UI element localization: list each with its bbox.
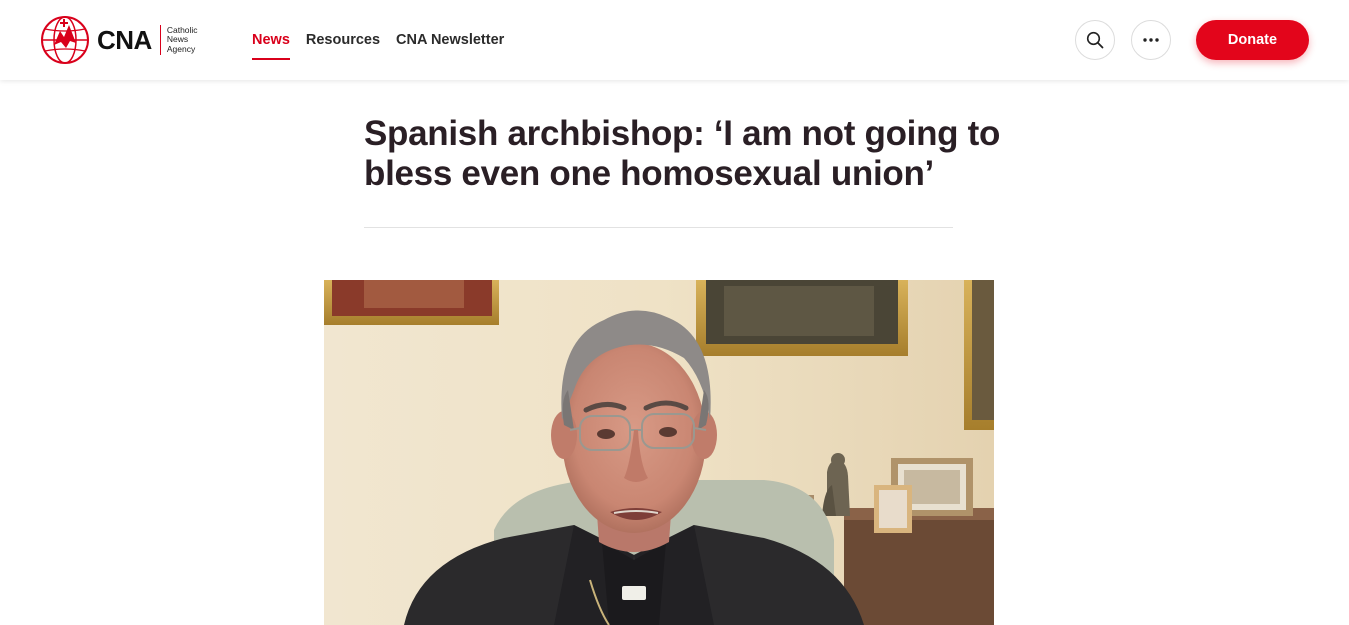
- site-header: CNA Catholic News Agency News Resources …: [0, 0, 1349, 80]
- article-hero-image: [324, 280, 994, 625]
- ellipsis-icon: [1143, 38, 1159, 42]
- article-headline: Spanish archbishop: ‘I am not going to b…: [364, 114, 1001, 193]
- globe-logo-icon: [41, 16, 89, 64]
- search-icon: [1086, 31, 1104, 49]
- cna-logo[interactable]: CNA Catholic News Agency: [40, 15, 198, 65]
- brand-subtitle: Catholic News Agency: [166, 25, 198, 55]
- brand-subtitle-line: Agency: [166, 43, 196, 54]
- headline-divider: [364, 227, 953, 228]
- nav-item-cna-newsletter[interactable]: CNA Newsletter: [396, 0, 504, 80]
- nav-item-resources[interactable]: Resources: [306, 0, 380, 80]
- main-nav: News Resources CNA Newsletter: [252, 0, 520, 80]
- search-button[interactable]: [1075, 20, 1115, 60]
- logo-divider: [159, 25, 161, 55]
- hero-photo-illustration: [324, 280, 994, 625]
- brand-name: CNA: [97, 24, 152, 55]
- donate-button[interactable]: Donate: [1196, 20, 1309, 60]
- nav-item-news[interactable]: News: [252, 0, 290, 80]
- more-menu-button[interactable]: [1131, 20, 1171, 60]
